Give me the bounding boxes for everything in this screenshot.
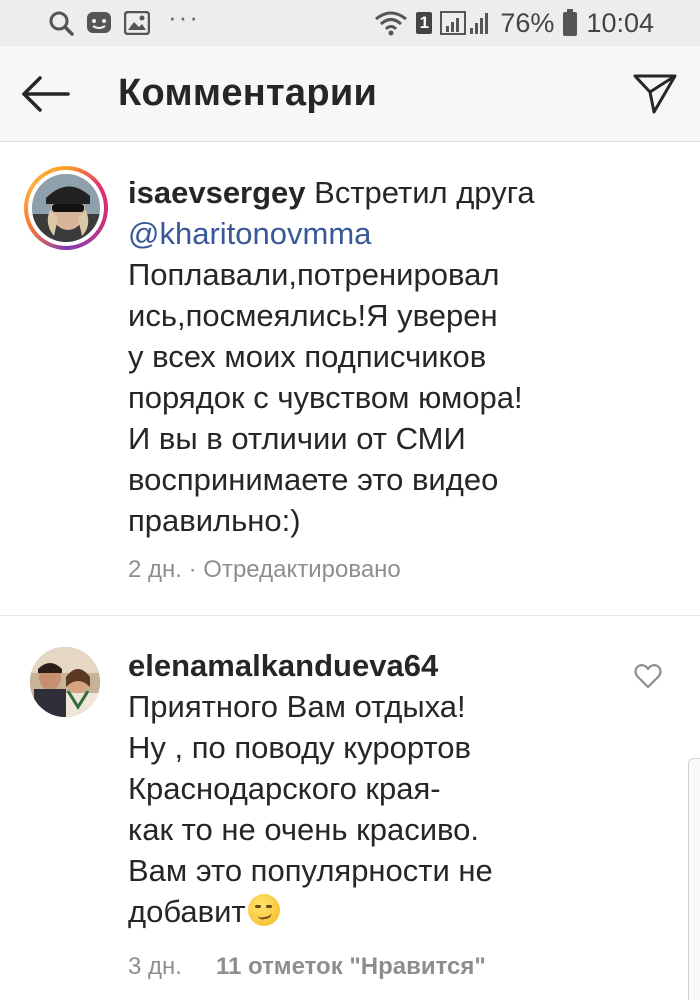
messenger-icon: [86, 10, 112, 36]
share-button[interactable]: [632, 72, 678, 116]
likes-count-link[interactable]: 11 отметок "Нравится": [216, 953, 486, 981]
like-button[interactable]: [634, 663, 662, 689]
sim-badge: 1: [416, 12, 433, 34]
clock: 10:04: [586, 7, 654, 38]
comment-text: Приятного Вам отдыха! Ну , по поводу кур…: [128, 689, 493, 929]
edited-label: Отредактировано: [203, 556, 401, 583]
status-right-icons: 1 76% 10:04: [374, 8, 654, 38]
comment-meta: 3 дн. 11 отметок "Нравится": [128, 953, 486, 981]
back-button[interactable]: [20, 74, 72, 114]
heart-outline-icon: [634, 664, 662, 689]
comment-row: elenamalkandueva64 Приятного Вам отдыха!…: [0, 617, 700, 1000]
search-icon: [48, 10, 74, 36]
smirking-face-emoji: [247, 894, 280, 926]
page-title: Комментарии: [118, 72, 378, 114]
signal-icon: [440, 10, 492, 36]
comment-body: elenamalkandueva64 Приятного Вам отдыха!…: [128, 645, 598, 932]
avatar-story-ring[interactable]: [24, 166, 108, 250]
avatar: [32, 174, 100, 242]
top-bar: Комментарии: [0, 46, 700, 142]
comment-time: 3 дн.: [128, 953, 182, 980]
direct-send-icon: [633, 74, 677, 114]
scrollbar-edge: [688, 758, 700, 1000]
caption-meta: 2 дн. · Отредактировано: [128, 556, 401, 584]
back-arrow-icon: [22, 76, 70, 112]
caption-comment: isaevsergey Встретил друга @kharitonovmm…: [0, 142, 700, 616]
comment-username[interactable]: elenamalkandueva64: [128, 648, 438, 683]
caption-text-first: Встретил друга: [314, 175, 535, 210]
caption-body: isaevsergey Встретил друга @kharitonovmm…: [128, 172, 668, 541]
more-dots-icon: ···: [168, 1, 200, 32]
mention-link[interactable]: @kharitonovmma: [128, 216, 371, 251]
caption-text: Поплавали,потренировал ись,посмеялись!Я …: [128, 257, 523, 538]
wifi-icon: [374, 10, 408, 36]
battery-icon: [562, 9, 578, 37]
meta-separator: ·: [188, 556, 197, 583]
gallery-icon: [124, 11, 150, 35]
status-left-icons: ···: [48, 2, 200, 38]
avatar[interactable]: [30, 647, 100, 717]
comment-username[interactable]: isaevsergey: [128, 175, 306, 210]
status-bar: ··· 1 76% 10:04: [0, 0, 700, 46]
comment-time: 2 дн.: [128, 556, 182, 583]
battery-percent: 76%: [500, 7, 555, 38]
